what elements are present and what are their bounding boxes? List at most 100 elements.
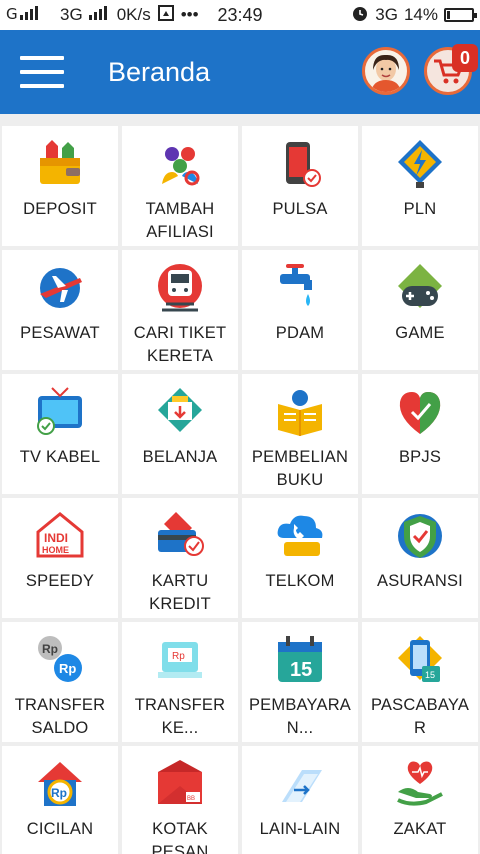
menu-item-label: ASURANSI bbox=[377, 572, 463, 590]
bank-transfer-icon: Rp bbox=[152, 632, 208, 688]
menu-item-tv-kabel[interactable]: TV KABEL bbox=[2, 374, 118, 494]
menu-item-transfer-saldo[interactable]: Rp Rp TRANSFER SALDO bbox=[2, 622, 118, 742]
svg-text:15: 15 bbox=[425, 670, 435, 680]
menu-item-label: TRANSFER SALDO bbox=[14, 696, 106, 737]
battery-icon bbox=[444, 8, 477, 22]
tv-icon bbox=[32, 384, 88, 440]
menu-item-pln[interactable]: PLN bbox=[362, 126, 478, 246]
menu-item-label: LAIN-LAIN bbox=[259, 820, 341, 838]
airplane-icon bbox=[32, 260, 88, 316]
menu-item-label: PESAWAT bbox=[20, 324, 100, 342]
envelope-icon: BB bbox=[152, 756, 208, 812]
menu-item-pesawat[interactable]: PESAWAT bbox=[2, 250, 118, 370]
menu-item-lain-lain[interactable]: LAIN-LAIN bbox=[242, 746, 358, 854]
menu-item-cari-tiket-kereta[interactable]: CARI TIKET KERETA bbox=[122, 250, 238, 370]
lightning-icon bbox=[392, 136, 448, 192]
menu-item-pulsa[interactable]: PULSA bbox=[242, 126, 358, 246]
menu-item-label: TAMBAH AFILIASI bbox=[145, 200, 215, 241]
cart-badge: 0 bbox=[452, 44, 478, 72]
gamepad-icon bbox=[392, 260, 448, 316]
svg-text:Rp: Rp bbox=[51, 786, 67, 800]
menu-item-label: SPEEDY bbox=[25, 572, 95, 590]
arrow-card-icon bbox=[272, 756, 328, 812]
wallet-icon bbox=[32, 136, 88, 192]
menu-item-label: TV KABEL bbox=[19, 448, 101, 466]
svg-text:Rp: Rp bbox=[59, 661, 76, 676]
svg-text:BB: BB bbox=[187, 796, 195, 802]
shield-icon bbox=[392, 508, 448, 564]
menu-item-belanja[interactable]: BELANJA bbox=[122, 374, 238, 494]
menu-icon[interactable] bbox=[20, 56, 64, 88]
status-right: 3G 14% bbox=[351, 4, 477, 27]
svg-text:INDI: INDI bbox=[44, 531, 68, 545]
alarm-icon bbox=[351, 4, 369, 27]
signal-2-icon bbox=[88, 5, 111, 26]
water-tap-icon bbox=[272, 260, 328, 316]
menu-item-label: BELANJA bbox=[142, 448, 218, 466]
menu-grid: DEPOSIT TAMBAH AFILIASI PULSA PLN PESAWAT CAR… bbox=[0, 124, 480, 854]
menu-item-label: KOTAK PESAN bbox=[151, 820, 209, 854]
menu-item-label: PASCABAYA R bbox=[370, 696, 470, 737]
menu-item-game[interactable]: GAME bbox=[362, 250, 478, 370]
menu-item-label: TRANSFER KE... bbox=[134, 696, 226, 737]
menu-item-asuransi[interactable]: ASURANSI bbox=[362, 498, 478, 618]
network-type: 3G bbox=[375, 5, 398, 24]
status-left: G 3G 0K/s ••• bbox=[6, 4, 199, 27]
menu-item-label: CARI TIKET KERETA bbox=[133, 324, 227, 365]
menu-item-label: DEPOSIT bbox=[23, 200, 97, 218]
menu-item-label: GAME bbox=[395, 324, 445, 342]
menu-item-label: PDAM bbox=[275, 324, 325, 342]
net-speed: 0K/s bbox=[116, 5, 151, 24]
phone-icon bbox=[272, 136, 328, 192]
signal-icon: G bbox=[6, 5, 54, 26]
menu-item-zakat[interactable]: ZAKAT bbox=[362, 746, 478, 854]
coins-transfer-icon: Rp Rp bbox=[32, 632, 88, 688]
train-icon bbox=[152, 260, 208, 316]
menu-item-pascabaya-r[interactable]: 15 PASCABAYA R bbox=[362, 622, 478, 742]
menu-item-label: PEMBAYARA N... bbox=[248, 696, 352, 737]
shopping-icon bbox=[152, 384, 208, 440]
cloud-phone-icon bbox=[272, 508, 328, 564]
menu-item-label: PULSA bbox=[272, 200, 328, 218]
svg-text:Rp: Rp bbox=[172, 651, 185, 662]
menu-item-label: KARTU KREDIT bbox=[149, 572, 211, 613]
postpaid-phone-icon: 15 bbox=[392, 632, 448, 688]
menu-item-pembayara-n[interactable]: 15 PEMBAYARA N... bbox=[242, 622, 358, 742]
menu-item-speedy[interactable]: INDI HOME SPEEDY bbox=[2, 498, 118, 618]
app-bar: Beranda 0 bbox=[0, 30, 480, 114]
menu-item-pdam[interactable]: PDAM bbox=[242, 250, 358, 370]
clock: 23:49 bbox=[217, 4, 263, 25]
page-title: Beranda bbox=[108, 56, 211, 87]
calendar-icon: 15 bbox=[272, 632, 328, 688]
heart-shield-icon bbox=[392, 384, 448, 440]
svg-text:HOME: HOME bbox=[42, 545, 69, 555]
indihome-icon: INDI HOME bbox=[32, 508, 88, 564]
screenshot-icon bbox=[157, 4, 175, 27]
menu-item-label: PEMBELIAN BUKU bbox=[251, 448, 349, 489]
menu-item-label: PLN bbox=[403, 200, 437, 218]
credit-card-icon bbox=[152, 508, 208, 564]
menu-item-cicilan[interactable]: Rp CICILAN bbox=[2, 746, 118, 854]
menu-item-kotak-pesan[interactable]: BB KOTAK PESAN bbox=[122, 746, 238, 854]
menu-item-transfer-ke[interactable]: Rp TRANSFER KE... bbox=[122, 622, 238, 742]
status-bar: G 3G 0K/s ••• 23:49 3G 14% bbox=[0, 0, 480, 30]
svg-text:G: G bbox=[6, 5, 18, 21]
menu-item-bpjs[interactable]: BPJS bbox=[362, 374, 478, 494]
menu-item-label: ZAKAT bbox=[393, 820, 447, 838]
menu-item-kartu-kredit[interactable]: KARTU KREDIT bbox=[122, 498, 238, 618]
menu-item-label: CICILAN bbox=[26, 820, 94, 838]
svg-text:15: 15 bbox=[290, 659, 312, 681]
people-icon bbox=[152, 136, 208, 192]
signal-2-label: 3G bbox=[60, 5, 83, 24]
menu-item-deposit[interactable]: DEPOSIT bbox=[2, 126, 118, 246]
menu-item-label: BPJS bbox=[398, 448, 442, 466]
menu-item-label: TELKOM bbox=[265, 572, 335, 590]
battery-percent: 14% bbox=[403, 5, 438, 24]
avatar[interactable] bbox=[362, 47, 410, 95]
book-icon bbox=[272, 384, 328, 440]
house-coin-icon: Rp bbox=[32, 756, 88, 812]
menu-item-telkom[interactable]: TELKOM bbox=[242, 498, 358, 618]
more-notifications-icon: ••• bbox=[180, 5, 199, 24]
menu-item-pembelian-buku[interactable]: PEMBELIAN BUKU bbox=[242, 374, 358, 494]
menu-item-tambah-afiliasi[interactable]: TAMBAH AFILIASI bbox=[122, 126, 238, 246]
